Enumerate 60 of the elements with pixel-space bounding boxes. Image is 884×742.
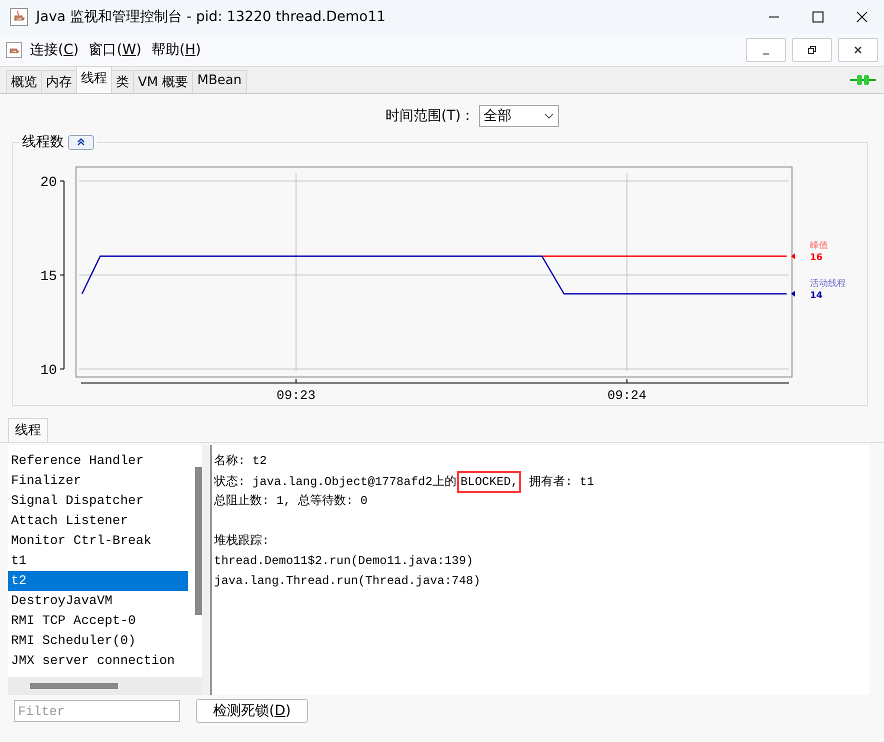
thread-list-item[interactable]: Finalizer [8, 471, 188, 491]
thread-list-item[interactable]: t2 [8, 571, 188, 591]
detail-line: 总阻止数: 1, 总等待数: 0 [214, 493, 369, 510]
close-icon [854, 46, 862, 54]
detail-line: thread.Demo11$2.run(Demo11.java:139) [214, 553, 474, 570]
tab[interactable]: 概览 [6, 70, 42, 93]
y-tick-label: 15 [40, 269, 57, 285]
tab[interactable]: 内存 [41, 70, 77, 93]
splitter-bar[interactable] [202, 445, 212, 695]
menu-item[interactable]: 连接(C) [28, 41, 81, 59]
detail-line: 拥有者: t1 [528, 475, 594, 489]
thread-list-item[interactable]: RMI TCP Accept-0 [8, 611, 188, 631]
tab[interactable]: 类 [111, 70, 134, 93]
collapse-button[interactable] [68, 134, 94, 150]
minimize-icon [762, 53, 770, 55]
thread-list-item[interactable]: t1 [8, 551, 188, 571]
window-title: Java 监视和管理控制台 - pid: 13220 thread.Demo11 [36, 8, 386, 26]
time-range-dropdown[interactable]: 全部 [478, 105, 559, 127]
menu-item[interactable]: 帮助(H) [150, 41, 203, 59]
thread-list-item[interactable]: JMX server connection [8, 651, 188, 671]
minimize-button[interactable] [746, 38, 786, 62]
filter-field[interactable]: Filter [14, 700, 180, 722]
x-tick-label: 09:24 [607, 388, 646, 401]
connection-icon [850, 74, 876, 86]
menu-item[interactable]: 窗口(W) [86, 41, 144, 59]
close-icon [856, 11, 868, 23]
restore-icon [808, 46, 816, 54]
detail-line: 堆栈跟踪: [214, 533, 270, 550]
restore-button[interactable] [792, 38, 832, 62]
legend-label: 活动线程 [810, 278, 846, 289]
x-tick-label: 09:23 [276, 388, 316, 401]
chevron-down-icon [544, 113, 554, 119]
highlight-box: BLOCKED, [457, 471, 522, 493]
tab[interactable]: 线程 [76, 66, 112, 93]
thread-list-item[interactable]: Monitor Ctrl-Break [8, 531, 188, 551]
y-tick-label: 20 [40, 175, 57, 191]
maximize-icon [812, 11, 824, 23]
y-tick-label: 10 [40, 363, 57, 379]
detail-line: 名称: t2 [214, 453, 268, 470]
tab[interactable]: VM 概要 [133, 70, 194, 93]
detail-line: 状态: java.lang.Object@1778afd2上的 [214, 475, 456, 489]
detail-line: java.lang.Thread.run(Thread.java:748) [214, 573, 482, 590]
tab[interactable]: MBean [192, 70, 247, 93]
tab[interactable]: 线程 [8, 418, 48, 442]
legend-value: 14 [810, 290, 823, 301]
scrollbar-thumb[interactable] [30, 683, 118, 689]
thread-list-item[interactable]: Signal Dispatcher [8, 491, 188, 511]
java-icon [10, 8, 28, 26]
group-title: 线程数 [22, 133, 64, 151]
legend-label: 峰值 [810, 241, 828, 252]
legend-value: 16 [810, 253, 823, 264]
thread-list-item[interactable]: Reference Handler [8, 451, 188, 471]
scrollbar-thumb[interactable] [195, 467, 202, 615]
java-icon [6, 42, 22, 58]
detect-deadlock-button[interactable]: 检测死锁(D) [196, 699, 308, 723]
thread-list-item[interactable]: Attach Listener [8, 511, 188, 531]
time-range-label: 时间范围(T)： [385, 107, 475, 125]
thread-list-item[interactable]: RMI Scheduler(0) [8, 631, 188, 651]
thread-list-item[interactable]: DestroyJavaVM [8, 591, 188, 611]
double-chevron-up-icon [77, 138, 85, 146]
